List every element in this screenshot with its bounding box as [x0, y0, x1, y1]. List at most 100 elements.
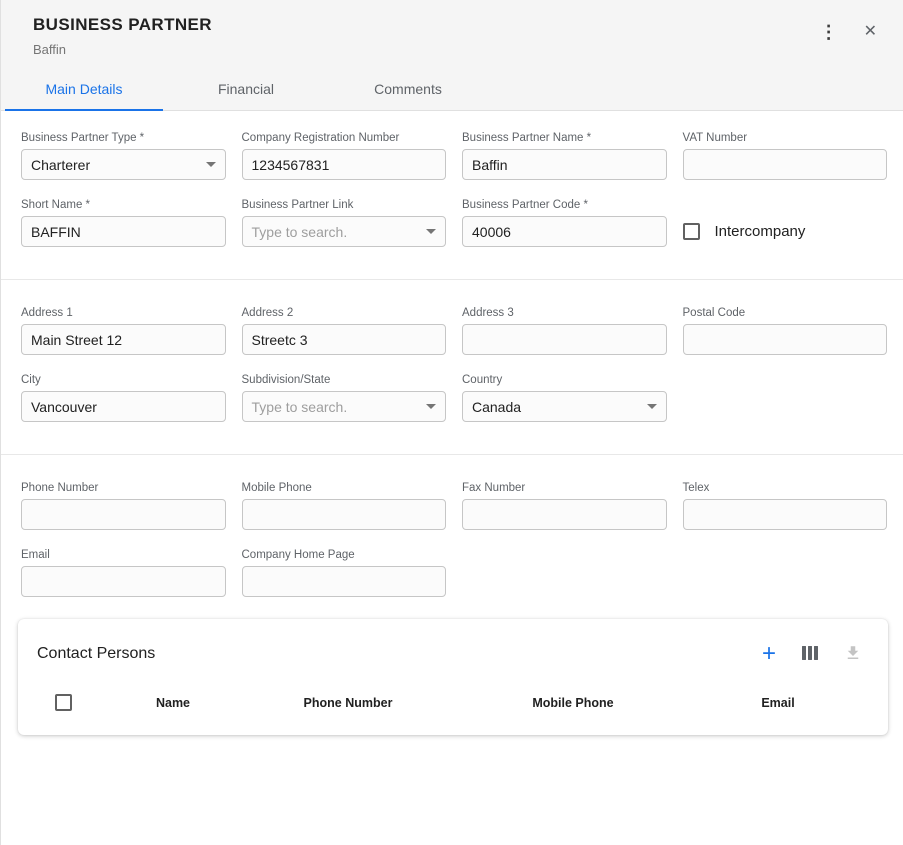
contact-persons-card: Contact Persons + Name [18, 619, 888, 735]
business-partner-name-input[interactable] [462, 149, 667, 180]
field-business-partner-type: Business Partner Type * Charterer [21, 132, 226, 180]
vat-number-input[interactable] [683, 149, 888, 180]
section-divider [1, 454, 903, 455]
business-partner-link-select[interactable]: Type to search. [242, 216, 447, 247]
column-settings-icon[interactable] [800, 644, 820, 664]
tab-main-details[interactable]: Main Details [3, 69, 165, 110]
field-company-home-page: Company Home Page [242, 549, 447, 597]
more-options-icon[interactable]: ⋮ [818, 21, 840, 43]
chevron-down-icon [647, 404, 657, 409]
identity-section: Business Partner Type * Charterer Compan… [1, 132, 903, 247]
contact-persons-title: Contact Persons [37, 645, 155, 663]
mobile-phone-input[interactable] [242, 499, 447, 530]
short-name-input[interactable] [21, 216, 226, 247]
chevron-down-icon [426, 404, 436, 409]
address-3-label: Address 3 [462, 307, 667, 319]
download-icon[interactable] [842, 642, 864, 666]
business-partner-link-label: Business Partner Link [242, 199, 447, 211]
field-business-partner-link: Business Partner Link Type to search. [242, 199, 447, 247]
business-partner-code-input[interactable] [462, 216, 667, 247]
intercompany-checkbox[interactable]: Intercompany [683, 223, 888, 240]
business-partner-type-label: Business Partner Type * [21, 132, 226, 144]
contact-details-section: Phone Number Mobile Phone Fax Number Tel… [1, 482, 903, 597]
country-label: Country [462, 374, 667, 386]
field-company-registration-number: Company Registration Number [242, 132, 447, 180]
field-business-partner-name: Business Partner Name * [462, 132, 667, 180]
field-short-name: Short Name * [21, 199, 226, 247]
postal-code-label: Postal Code [683, 307, 888, 319]
subdivision-state-select[interactable]: Type to search. [242, 391, 447, 422]
business-partner-name-label: Business Partner Name * [462, 132, 667, 144]
short-name-label: Short Name * [21, 199, 226, 211]
tab-comments-label: Comments [374, 81, 442, 97]
field-address-2: Address 2 [242, 307, 447, 355]
business-partner-type-value: Charterer [31, 157, 90, 173]
phone-number-input[interactable] [21, 499, 226, 530]
add-contact-person-icon[interactable]: + [760, 640, 778, 668]
email-input[interactable] [21, 566, 226, 597]
empty-cell [462, 549, 667, 597]
field-address-1: Address 1 [21, 307, 226, 355]
company-home-page-label: Company Home Page [242, 549, 447, 561]
field-intercompany: Intercompany [683, 199, 888, 247]
tab-comments[interactable]: Comments [327, 69, 489, 110]
field-mobile-phone: Mobile Phone [242, 482, 447, 530]
checkbox-unchecked-icon [683, 223, 700, 240]
address-1-label: Address 1 [21, 307, 226, 319]
telex-input[interactable] [683, 499, 888, 530]
telex-label: Telex [683, 482, 888, 494]
page-title: BUSINESS PARTNER [33, 15, 212, 35]
close-icon[interactable]: ✕ [862, 22, 879, 42]
city-label: City [21, 374, 226, 386]
business-partner-code-label: Business Partner Code * [462, 199, 667, 211]
address-2-label: Address 2 [242, 307, 447, 319]
contact-persons-table-header: Name Phone Number Mobile Phone Email [18, 694, 888, 721]
address-3-input[interactable] [462, 324, 667, 355]
section-divider [1, 279, 903, 280]
tab-main-details-label: Main Details [45, 81, 122, 97]
email-label: Email [21, 549, 226, 561]
address-1-input[interactable] [21, 324, 226, 355]
column-header-name: Name [108, 696, 238, 710]
country-value: Canada [472, 399, 521, 415]
company-home-page-input[interactable] [242, 566, 447, 597]
header-titles: BUSINESS PARTNER Baffin [33, 15, 212, 57]
business-partner-link-placeholder: Type to search. [252, 224, 348, 240]
business-partner-type-select[interactable]: Charterer [21, 149, 226, 180]
phone-number-label: Phone Number [21, 482, 226, 494]
subdivision-state-label: Subdivision/State [242, 374, 447, 386]
contact-persons-actions: + [760, 640, 864, 668]
field-address-3: Address 3 [462, 307, 667, 355]
business-partner-dialog: BUSINESS PARTNER Baffin ⋮ ✕ Main Details… [0, 0, 903, 845]
chevron-down-icon [206, 162, 216, 167]
field-phone-number: Phone Number [21, 482, 226, 530]
country-select[interactable]: Canada [462, 391, 667, 422]
tab-financial[interactable]: Financial [165, 69, 327, 110]
subdivision-state-placeholder: Type to search. [252, 399, 348, 415]
mobile-phone-label: Mobile Phone [242, 482, 447, 494]
field-country: Country Canada [462, 374, 667, 422]
page-subtitle: Baffin [33, 42, 212, 57]
select-all-checkbox[interactable] [55, 694, 72, 711]
column-header-mobile-phone: Mobile Phone [458, 696, 688, 710]
column-header-email: Email [688, 696, 868, 710]
main-details-panel: Business Partner Type * Charterer Compan… [1, 111, 903, 735]
chevron-down-icon [426, 229, 436, 234]
field-vat-number: VAT Number [683, 132, 888, 180]
contact-persons-header: Contact Persons + [18, 619, 888, 668]
intercompany-label: Intercompany [715, 223, 806, 240]
company-registration-number-input[interactable] [242, 149, 447, 180]
field-subdivision-state: Subdivision/State Type to search. [242, 374, 447, 422]
postal-code-input[interactable] [683, 324, 888, 355]
empty-cell [683, 549, 888, 597]
column-header-phone-number: Phone Number [238, 696, 458, 710]
city-input[interactable] [21, 391, 226, 422]
field-city: City [21, 374, 226, 422]
company-registration-number-label: Company Registration Number [242, 132, 447, 144]
dialog-header: BUSINESS PARTNER Baffin ⋮ ✕ Main Details… [1, 0, 903, 111]
address-2-input[interactable] [242, 324, 447, 355]
tab-bar: Main Details Financial Comments [1, 69, 903, 111]
fax-number-input[interactable] [462, 499, 667, 530]
field-telex: Telex [683, 482, 888, 530]
header-actions: ⋮ ✕ [818, 21, 879, 43]
